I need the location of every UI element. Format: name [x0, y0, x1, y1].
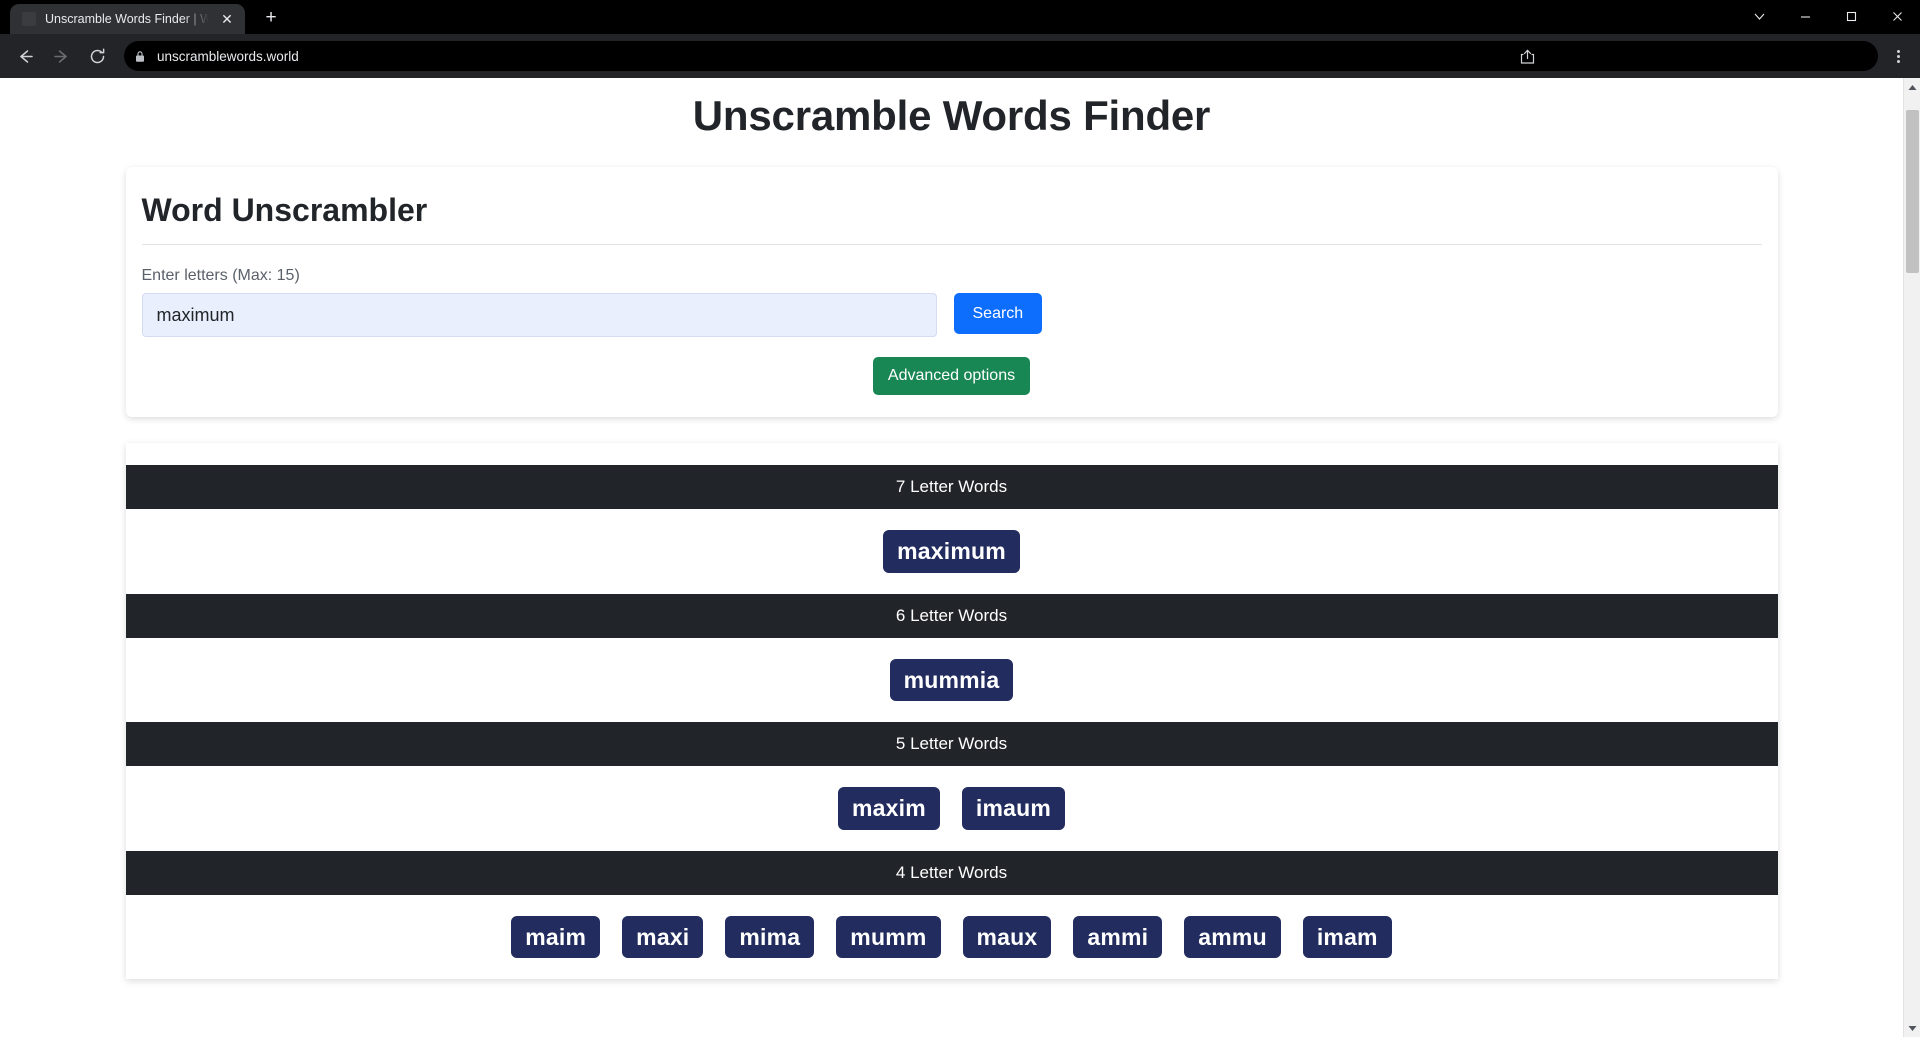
share-icon[interactable] — [1519, 48, 1536, 65]
tab-search-icon[interactable] — [1736, 0, 1782, 32]
browser-toolbar: unscramblewords.world — [0, 34, 1920, 78]
input-row: Search — [141, 293, 1762, 338]
reload-icon[interactable] — [80, 39, 114, 73]
url-text: unscramblewords.world — [157, 48, 299, 64]
forward-icon[interactable] — [44, 39, 78, 73]
address-bar[interactable]: unscramblewords.world — [124, 41, 1878, 71]
advanced-options-button[interactable]: Advanced options — [872, 357, 1031, 396]
scroll-up-icon[interactable] — [1904, 78, 1920, 96]
minimize-icon[interactable] — [1782, 0, 1828, 32]
favicon-icon — [22, 12, 36, 26]
word-unscrambler-card: Word Unscrambler Enter letters (Max: 15)… — [125, 167, 1778, 418]
content-container: Word Unscrambler Enter letters (Max: 15)… — [125, 167, 1778, 979]
page-content: Unscramble Words Finder Word Unscrambler… — [0, 78, 1903, 1037]
letters-input[interactable] — [141, 293, 937, 338]
page-title: Unscramble Words Finder — [692, 92, 1211, 139]
letters-input-label: Enter letters (Max: 15) — [141, 267, 300, 285]
word-chip[interactable]: ammi — [1073, 915, 1163, 958]
scroll-down-icon[interactable] — [1904, 1019, 1920, 1037]
word-chip[interactable]: mima — [725, 915, 815, 958]
card-title: Word Unscrambler — [141, 192, 428, 228]
redacted-region — [1542, 43, 1870, 69]
word-row: maim maxi mima mumm maux ammi ammu imam — [126, 895, 1778, 979]
word-chip[interactable]: imam — [1302, 915, 1392, 958]
window-controls — [1736, 0, 1920, 32]
lock-icon — [134, 49, 147, 63]
word-chip[interactable]: maximum — [883, 530, 1020, 573]
word-chip[interactable]: maim — [511, 915, 601, 958]
word-chip[interactable]: ammu — [1184, 915, 1281, 958]
browser-tab[interactable]: Unscramble Words Finder | Word ✕ — [10, 4, 245, 34]
section-header: 7 Letter Words — [125, 465, 1778, 510]
word-chip[interactable]: maxi — [622, 915, 704, 958]
back-icon[interactable] — [8, 39, 42, 73]
search-button[interactable]: Search — [953, 293, 1043, 335]
close-tab-icon[interactable]: ✕ — [218, 10, 236, 28]
section-header: 5 Letter Words — [125, 722, 1778, 767]
results-sections: 7 Letter Words maximum 6 Letter Words mummi… — [125, 465, 1778, 979]
browser-menu-icon[interactable] — [1884, 41, 1912, 71]
word-row: maximum — [126, 509, 1778, 593]
tab-strip: Unscramble Words Finder | Word ✕ + — [0, 0, 285, 34]
word-row: mummia — [126, 638, 1778, 722]
section-header: 6 Letter Words — [125, 593, 1778, 638]
new-tab-button[interactable]: + — [257, 4, 285, 32]
word-row: maxim imaum — [126, 766, 1778, 850]
browser-titlebar: Unscramble Words Finder | Word ✕ + — [0, 0, 1920, 34]
word-chip[interactable]: mumm — [836, 915, 941, 958]
card-header: Word Unscrambler — [126, 167, 1778, 244]
page-scrollbar[interactable] — [1903, 78, 1920, 1037]
close-window-icon[interactable] — [1874, 0, 1920, 32]
tab-title: Unscramble Words Finder | Word — [45, 12, 209, 26]
section-header: 4 Letter Words — [125, 850, 1778, 895]
word-chip[interactable]: maxim — [837, 787, 940, 830]
scrollbar-thumb[interactable] — [1906, 110, 1919, 273]
word-chip[interactable]: mummia — [889, 658, 1014, 702]
browser-window: Unscramble Words Finder | Word ✕ + — [0, 0, 1920, 1037]
maximize-icon[interactable] — [1828, 0, 1874, 32]
results-panel: 7 Letter Words maximum 6 Letter Words mummi… — [125, 443, 1778, 979]
advanced-options-row: Advanced options — [142, 357, 1762, 396]
word-chip[interactable]: imaum — [961, 787, 1065, 830]
search-form: Enter letters (Max: 15) Search Advanced … — [126, 245, 1778, 417]
omnibox-actions — [1519, 43, 1870, 69]
page-viewport: Unscramble Words Finder Word Unscrambler… — [0, 78, 1920, 1037]
word-chip[interactable]: maux — [962, 915, 1052, 958]
